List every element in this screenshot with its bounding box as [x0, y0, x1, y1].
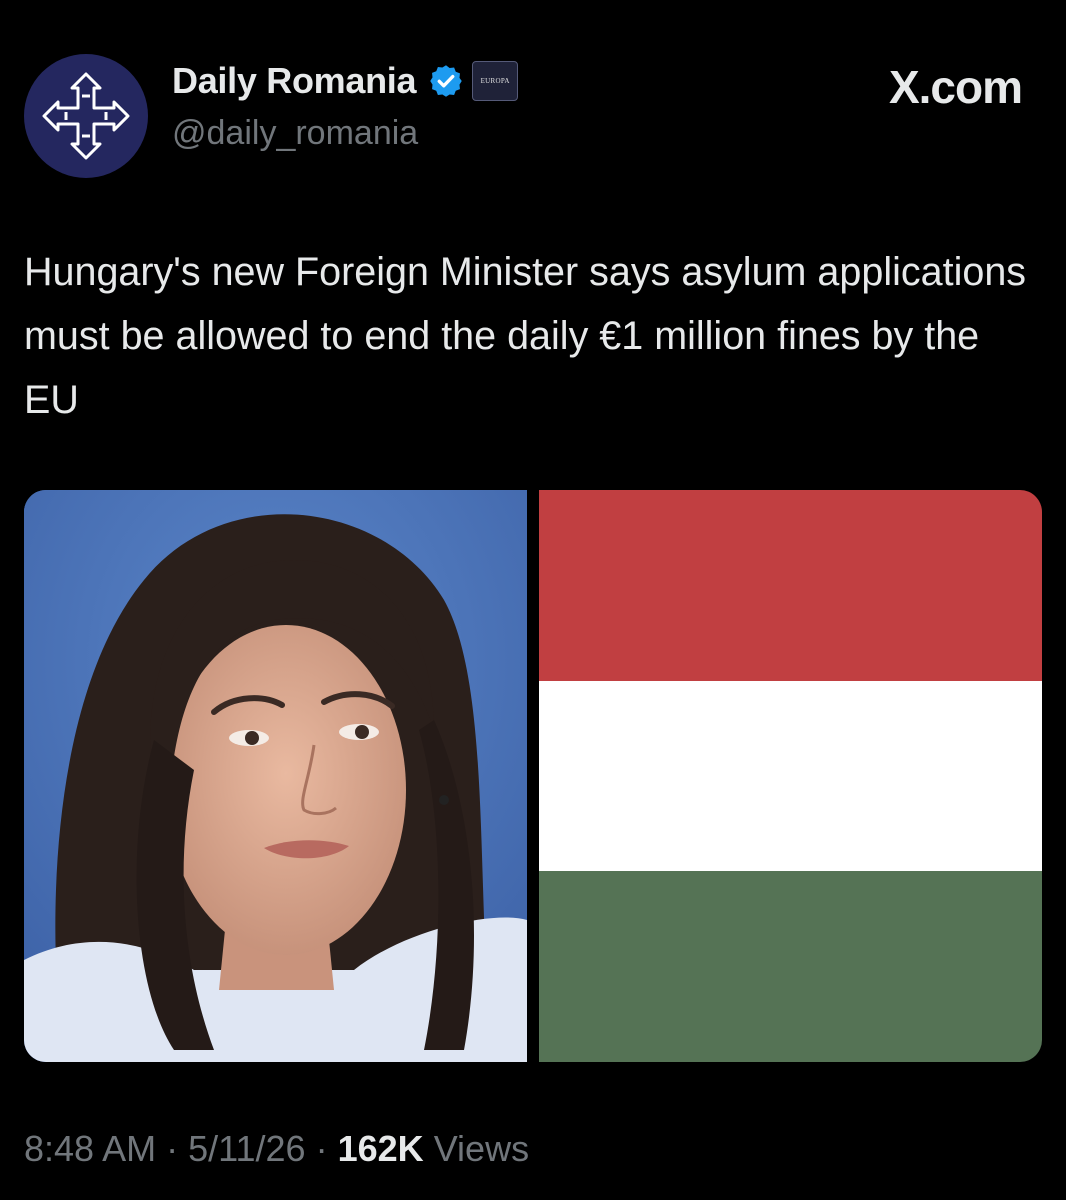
author-name-row: Daily Romania EUROPA [172, 60, 519, 102]
hungarian-flag[interactable] [539, 490, 1042, 1062]
post-time[interactable]: 8:48 AM [24, 1128, 156, 1169]
meta-separator: · [166, 1128, 179, 1169]
flag-stripe-green [539, 871, 1042, 1062]
media-grid [24, 490, 1042, 1062]
cross-logo-icon [42, 72, 130, 160]
post-date[interactable]: 5/11/26 [188, 1128, 305, 1169]
portrait-photo[interactable] [24, 490, 527, 1062]
display-name[interactable]: Daily Romania [172, 60, 416, 102]
post-meta: 8:48 AM · 5/11/26 · 162K Views [24, 1128, 529, 1170]
post-text: Hungary's new Foreign Minister says asyl… [24, 250, 1027, 422]
flag-stripe-white [539, 680, 1042, 872]
flag-stripe-red [539, 490, 1042, 681]
avatar[interactable] [24, 54, 148, 178]
author-handle[interactable]: @daily_romania [172, 114, 418, 153]
source-watermark: X.com [888, 61, 1023, 113]
verified-badge-icon[interactable] [428, 63, 464, 99]
views-count: 162K [337, 1128, 424, 1169]
views-label: Views [433, 1128, 530, 1169]
meta-separator: · [315, 1128, 328, 1169]
affiliation-badge[interactable]: EUROPA [472, 61, 519, 101]
